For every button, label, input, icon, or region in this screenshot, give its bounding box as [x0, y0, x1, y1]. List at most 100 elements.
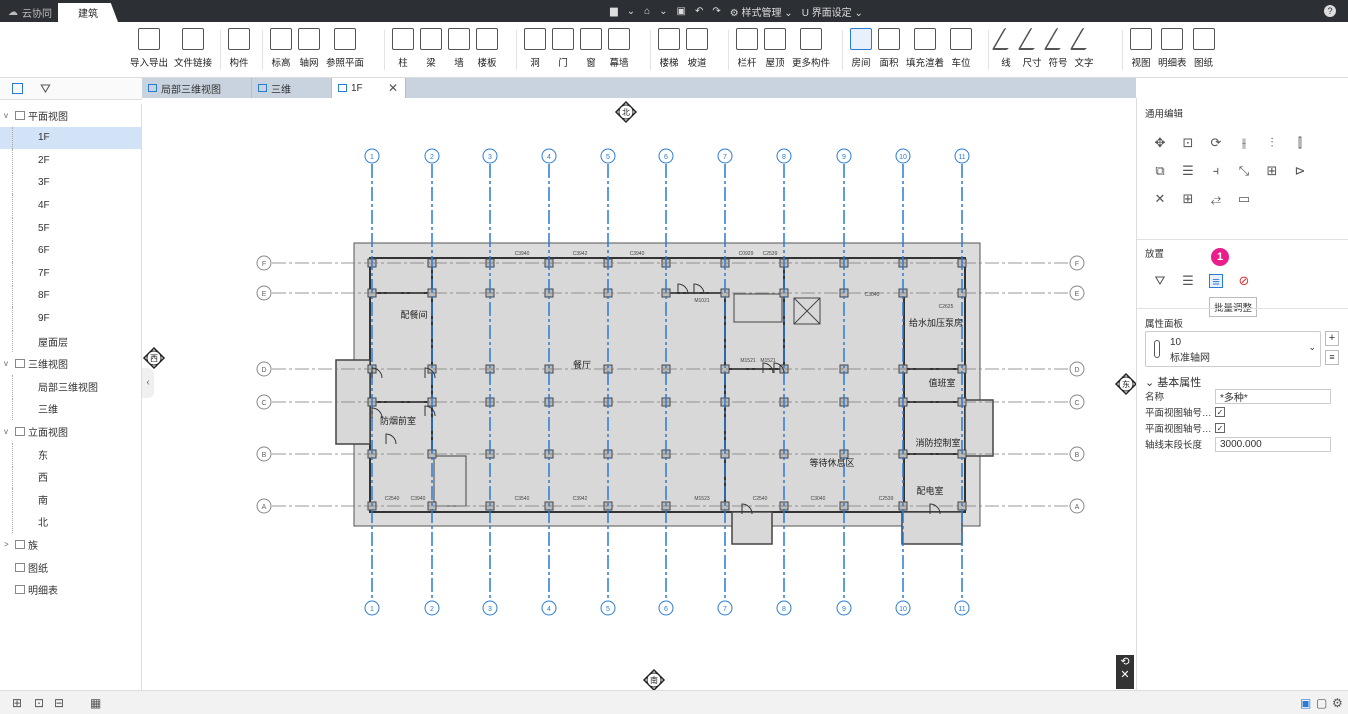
tree-item[interactable]: 3F	[0, 171, 141, 194]
snap-icon[interactable]: ⊡	[34, 696, 44, 710]
component-button[interactable]: 构件	[228, 28, 250, 74]
tree-item[interactable]: 西	[0, 465, 141, 488]
rotate-icon[interactable]: ⟲	[1116, 655, 1134, 668]
tab-cloud[interactable]: ☁ 云协同	[4, 3, 56, 22]
railing-button[interactable]: 栏杆	[736, 28, 758, 74]
curtain-wall-button[interactable]: 幕墙	[608, 28, 630, 74]
filter-icon[interactable]: ⛛	[40, 81, 51, 97]
view-button[interactable]: 视图	[1130, 28, 1152, 74]
home-icon[interactable]: ⌂	[644, 6, 650, 17]
split-icon[interactable]: ⫿	[1293, 136, 1307, 150]
symbol-button[interactable]: 符号	[1043, 28, 1073, 74]
pin-icon[interactable]: ⊞	[1181, 192, 1195, 206]
area-button[interactable]: 面积	[878, 28, 900, 74]
property-value-input[interactable]: 3000.000	[1215, 436, 1331, 452]
tree-item[interactable]: v 平面视图	[0, 104, 141, 126]
drawing-canvas[interactable]: 1 1 2 2 3 3 4 4 5 5 6 6 7 7 8 8 9 9 10 10 11 11 F F E E D D C C B B A A 配餐…	[142, 98, 1136, 690]
chevron-down-icon[interactable]: v	[4, 427, 12, 436]
offset-icon[interactable]: ⫞	[1209, 164, 1223, 178]
file-icon[interactable]: ▆	[610, 6, 618, 17]
style-manage-button[interactable]: ⚙ 样式管理 ⌄	[730, 4, 793, 19]
settings-icon[interactable]: ⚙	[1332, 696, 1343, 710]
cad-import-button[interactable]: 导入导出	[130, 28, 168, 74]
opening-button[interactable]: 洞	[524, 28, 546, 74]
tree-item[interactable]: v 立面视图	[0, 420, 141, 442]
column-button[interactable]: 柱	[392, 28, 414, 74]
panel-toggle-icon[interactable]	[12, 83, 23, 94]
tree-item[interactable]: > 族	[0, 533, 141, 555]
fill-button[interactable]: 填充渲着	[906, 28, 944, 74]
room-button[interactable]: 房间	[850, 28, 872, 74]
close-tab-icon[interactable]: ✕	[388, 81, 398, 95]
mirror-icon[interactable]: ⊳	[1293, 164, 1307, 178]
ramp-button[interactable]: 坡道	[686, 28, 708, 74]
stair-button[interactable]: 楼梯	[658, 28, 680, 74]
tab-local-3d[interactable]: 局部三维视图	[142, 78, 252, 98]
tab-architecture[interactable]: 建筑	[58, 3, 118, 22]
tree-item[interactable]: 北	[0, 510, 141, 533]
view-mode-icon[interactable]: ▦	[90, 696, 101, 710]
mirror-axis-icon[interactable]: ⫲	[1237, 136, 1251, 150]
window-button[interactable]: 窗	[580, 28, 602, 74]
array-icon[interactable]: ☰	[1181, 164, 1195, 178]
help-icon[interactable]: ?	[1324, 5, 1336, 17]
floor-button[interactable]: 楼板	[476, 28, 498, 74]
tree-item[interactable]: 明细表	[0, 579, 141, 601]
tree-item[interactable]: 7F	[0, 262, 141, 285]
tree-item[interactable]: 屋面层	[0, 330, 141, 352]
door-button[interactable]: 门	[552, 28, 574, 74]
panel-icon[interactable]: ▣	[1300, 696, 1311, 710]
trim-icon[interactable]: ⥄	[1209, 192, 1223, 206]
property-value-input[interactable]: *多种*	[1215, 388, 1331, 404]
roof-button[interactable]: 屋顶	[764, 28, 786, 74]
more-components-button[interactable]: 更多构件	[792, 28, 830, 74]
group-icon[interactable]: ⊞	[1265, 164, 1279, 178]
tree-item[interactable]: v 三维视图	[0, 353, 141, 375]
tree-item[interactable]: 南	[0, 488, 141, 511]
tree-item[interactable]: 1F	[0, 126, 141, 149]
parking-button[interactable]: 车位	[950, 28, 973, 74]
level-button[interactable]: 标高	[270, 28, 292, 74]
layout-icon[interactable]: ⊟	[54, 696, 64, 710]
tree-item[interactable]: 5F	[0, 217, 141, 239]
tree-item[interactable]: 2F	[0, 149, 141, 172]
grid-view-icon[interactable]: ⊞	[12, 696, 22, 710]
chevron-down-icon[interactable]: v	[4, 359, 12, 368]
type-list-icon[interactable]: ≡	[1325, 350, 1339, 365]
filter-icon[interactable]: ⛛	[1153, 274, 1167, 288]
dimension-button[interactable]: 尺寸	[1017, 28, 1047, 74]
save-icon[interactable]: ▣	[677, 6, 686, 17]
text-button[interactable]: 文字	[1069, 28, 1099, 74]
extend-icon[interactable]: ⤡	[1237, 164, 1251, 178]
tree-item[interactable]: 4F	[0, 194, 141, 217]
tree-item[interactable]: 局部三维视图	[0, 375, 141, 398]
align-icon[interactable]: ⊡	[1181, 136, 1195, 150]
sheet-button[interactable]: 图纸	[1192, 28, 1215, 74]
tree-item[interactable]: 三维	[0, 397, 141, 420]
batch-adjust-icon[interactable]: ≡	[1209, 274, 1223, 289]
type-selector[interactable]: 10 标准轴网 ⌄	[1145, 331, 1321, 367]
wall-button[interactable]: 墙	[448, 28, 470, 74]
grid-button[interactable]: 轴网	[298, 28, 320, 74]
clear-icon[interactable]: ⊘	[1237, 274, 1251, 288]
tab-3d[interactable]: 三维	[252, 78, 332, 98]
checkbox[interactable]: ✓	[1215, 423, 1225, 433]
collapse-left-icon[interactable]: ‹	[142, 368, 154, 398]
line-button[interactable]: 线	[991, 28, 1021, 74]
tree-item[interactable]: 东	[0, 443, 141, 465]
floor-plan[interactable]: 11223344556677889910101111F FE ED DC CB BA A配餐…	[142, 98, 1136, 690]
delete-icon[interactable]: ✕	[1153, 192, 1167, 206]
close-icon[interactable]: ✕	[1116, 668, 1134, 681]
dropdown-icon[interactable]: ⌄	[627, 6, 635, 17]
chevron-right-icon[interactable]: >	[4, 540, 12, 549]
window-icon[interactable]: ▢	[1316, 696, 1327, 710]
ui-settings-button[interactable]: U 界面设定 ⌄	[802, 4, 863, 19]
checkbox[interactable]: ✓	[1215, 407, 1225, 417]
dropdown-icon[interactable]: ⌄	[659, 6, 667, 17]
measure-icon[interactable]: ▭	[1237, 192, 1251, 206]
undo-icon[interactable]: ↶	[695, 6, 703, 17]
rotate-icon[interactable]: ⟳	[1209, 136, 1223, 150]
copy-icon[interactable]: ⧉	[1153, 164, 1167, 178]
tree-item[interactable]: 8F	[0, 284, 141, 307]
file-link-button[interactable]: 文件链接	[174, 28, 212, 74]
